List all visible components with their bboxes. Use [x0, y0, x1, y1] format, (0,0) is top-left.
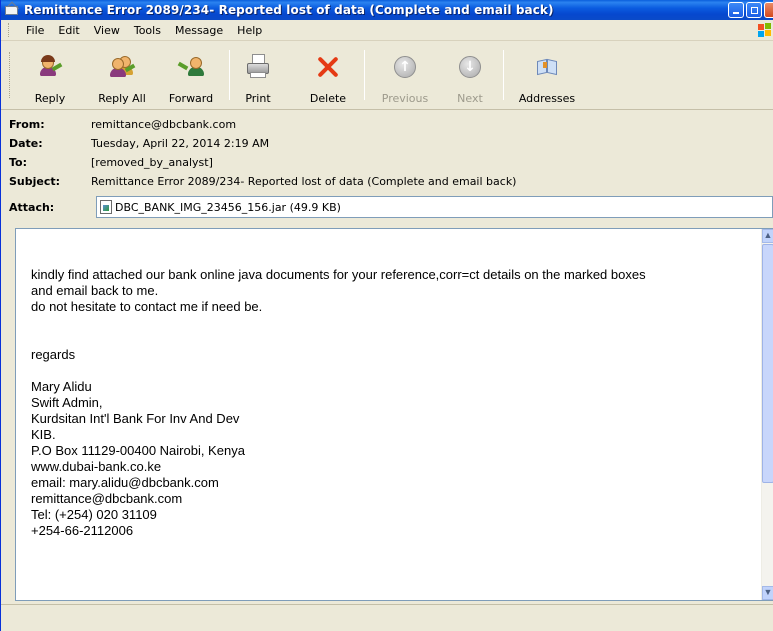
file-icon: [100, 200, 112, 214]
delete-x-icon: [315, 54, 341, 80]
subject-row: Subject: Remittance Error 2089/234- Repo…: [9, 173, 516, 189]
down-arrow-icon: ↓: [457, 54, 483, 80]
from-row: From: remittance@dbcbank.com: [9, 116, 236, 132]
menu-message[interactable]: Message: [168, 24, 230, 37]
status-bar: [1, 604, 773, 631]
toolbar-separator: [229, 50, 230, 100]
scroll-down-icon[interactable]: ▼: [762, 586, 773, 600]
to-label: To:: [9, 155, 27, 169]
body-line: Mary Alidu: [31, 379, 92, 394]
reply-all-button[interactable]: Reply All: [93, 48, 151, 106]
body-line: remittance@dbcbank.com: [31, 491, 183, 506]
menu-help[interactable]: Help: [230, 24, 269, 37]
body-line: Kurdsitan Int'l Bank For Inv And Dev: [31, 411, 240, 426]
print-button[interactable]: Print: [237, 48, 279, 106]
attachment-name[interactable]: DBC_BANK_IMG_23456_156.jar (49.9 KB): [115, 201, 341, 214]
scroll-up-icon[interactable]: ▲: [762, 229, 773, 243]
minimize-icon: [733, 12, 739, 14]
close-button[interactable]: [764, 2, 773, 18]
forward-icon: [177, 54, 204, 80]
date-row: Date: Tuesday, April 22, 2014 2:19 AM: [9, 135, 269, 151]
body-line: Tel: (+254) 020 31109: [31, 507, 157, 522]
window-controls: [728, 2, 773, 18]
scroll-thumb[interactable]: [762, 244, 773, 483]
menu-tools[interactable]: Tools: [127, 24, 168, 37]
from-label: From:: [9, 117, 45, 131]
body-line: and email back to me.: [31, 283, 159, 298]
body-line: [31, 363, 756, 379]
body-line: Swift Admin,: [31, 395, 103, 410]
attach-row: Attach:: [9, 199, 91, 215]
menu-grip: [8, 23, 11, 37]
date-label: Date:: [9, 136, 43, 150]
printer-icon: [245, 54, 271, 80]
vertical-scrollbar[interactable]: ▲ ▼: [761, 229, 773, 600]
body-line: +254-66-2112006: [31, 523, 134, 538]
reply-icon: [37, 54, 63, 80]
windows-logo-icon: [758, 22, 772, 38]
maximize-button[interactable]: [746, 2, 762, 18]
previous-button[interactable]: ↑ Previous: [375, 48, 435, 106]
subject-value: Remittance Error 2089/234- Reported lost…: [91, 174, 517, 188]
reply-button[interactable]: Reply: [27, 48, 73, 106]
to-value[interactable]: [removed_by_analyst]: [91, 156, 213, 169]
menu-view[interactable]: View: [87, 24, 127, 37]
delete-button[interactable]: Delete: [303, 48, 353, 106]
body-line: KIB.: [31, 427, 56, 442]
subject-label: Subject:: [9, 174, 61, 188]
attachment-field[interactable]: DBC_BANK_IMG_23456_156.jar (49.9 KB): [96, 196, 773, 218]
up-arrow-icon: ↑: [392, 54, 418, 80]
menu-edit[interactable]: Edit: [51, 24, 86, 37]
body-line: [31, 331, 756, 347]
body-line: P.O Box 11129-00400 Nairobi, Kenya: [31, 443, 245, 458]
body-line: kindly find attached our bank online jav…: [31, 267, 646, 282]
message-header: From: remittance@dbcbank.com Date: Tuesd…: [1, 111, 773, 223]
reply-all-icon: [109, 54, 136, 80]
body-line: www.dubai-bank.co.ke: [31, 459, 162, 474]
message-body[interactable]: kindly find attached our bank online jav…: [15, 228, 773, 601]
message-text: kindly find attached our bank online jav…: [31, 267, 756, 539]
body-line: regards: [31, 347, 76, 362]
address-book-icon: [534, 54, 560, 80]
attach-label: Attach:: [9, 200, 55, 214]
envelope-icon: [5, 4, 19, 16]
toolbar-separator: [364, 50, 365, 100]
menu-bar: File Edit View Tools Message Help: [1, 20, 773, 41]
body-line: [31, 315, 756, 331]
date-value: Tuesday, April 22, 2014 2:19 AM: [91, 136, 270, 150]
to-row: To: [removed_by_analyst]: [9, 154, 213, 170]
email-window: Remittance Error 2089/234- Reported lost…: [0, 0, 773, 631]
menu-file[interactable]: File: [19, 24, 51, 37]
from-value[interactable]: remittance@dbcbank.com: [91, 118, 236, 131]
addresses-button[interactable]: Addresses: [511, 48, 583, 106]
body-line: email: mary.alidu@dbcbank.com: [31, 475, 219, 490]
toolbar-separator: [503, 50, 504, 100]
forward-button[interactable]: Forward: [161, 48, 221, 106]
minimize-button[interactable]: [728, 2, 744, 18]
body-line: do not hesitate to contact me if need be…: [31, 299, 263, 314]
maximize-icon: [751, 7, 758, 14]
toolbar: Reply Reply All Forward Print Delete ↑ P…: [1, 42, 773, 110]
window-title: Remittance Error 2089/234- Reported lost…: [24, 3, 554, 17]
next-button[interactable]: ↓ Next: [447, 48, 493, 106]
toolbar-grip: [9, 52, 12, 98]
title-bar[interactable]: Remittance Error 2089/234- Reported lost…: [1, 0, 773, 20]
